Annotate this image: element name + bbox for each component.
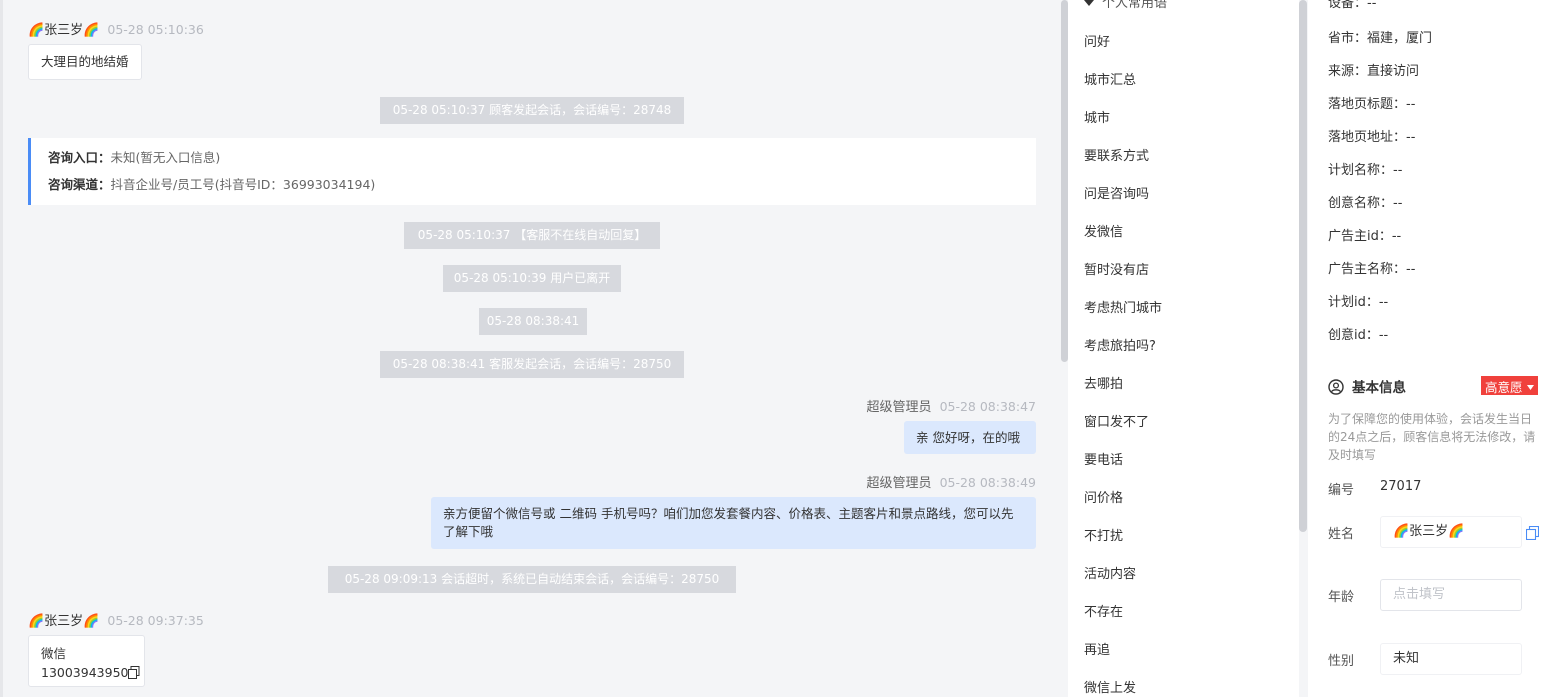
quick-reply-item[interactable]: 不打扰 — [1084, 525, 1123, 544]
quick-reply-item[interactable]: 去哪拍 — [1084, 373, 1123, 392]
agent-message-bubble[interactable]: 亲 您好呀，在的哦 — [904, 421, 1036, 454]
message-time: 05-28 08:38:47 — [939, 399, 1036, 414]
edit-notice: 为了保障您的使用体验，会话发生当日的24点之后，顾客信息将无法修改，请及时填写 — [1328, 412, 1536, 462]
customer-message-header: 🌈张三岁🌈 05-28 09:37:35 — [28, 610, 204, 629]
quick-reply-item[interactable]: 问好 — [1084, 31, 1110, 50]
system-message: 05-28 08:38:41 客服发起会话，会话编号：28750 — [380, 351, 684, 378]
name-label: 姓名 — [1328, 527, 1355, 542]
source-field: 来源：直接访问 — [1328, 64, 1420, 79]
chat-scrollbar[interactable] — [1061, 0, 1068, 697]
quick-reply-item[interactable]: 再追 — [1084, 639, 1110, 658]
left-border — [0, 0, 3, 697]
name-field[interactable]: 🌈张三岁🌈 — [1380, 516, 1522, 548]
advertiser-name-field: 广告主名称：-- — [1328, 262, 1416, 277]
customer-info-panel: 设备：-- 省市：福建，厦门 来源：直接访问 落地页标题：-- 落地页地址：--… — [1308, 0, 1558, 697]
quick-reply-item[interactable]: 要联系方式 — [1084, 145, 1149, 164]
quick-reply-item[interactable]: 城市 — [1084, 107, 1110, 126]
intent-tag-label: 高意愿 — [1485, 380, 1523, 395]
wechat-number-row: 13003943950 — [41, 663, 144, 682]
message-text: 大理目的地结婚 — [41, 54, 129, 69]
quick-reply-scrollbar-thumb[interactable] — [1299, 0, 1307, 532]
landing-title-field: 落地页标题：-- — [1328, 97, 1416, 112]
id-label: 编号 — [1328, 483, 1355, 498]
system-message: 05-28 09:09:13 会话超时，系统已自动结束会话，会话编号：28750 — [328, 566, 736, 593]
quick-reply-item[interactable]: 考虑旅拍吗? — [1084, 335, 1156, 354]
quick-reply-item[interactable]: 要电话 — [1084, 449, 1123, 468]
gender-value: 未知 — [1393, 651, 1420, 666]
creative-name-field: 创意名称：-- — [1328, 196, 1403, 211]
sender-name: 🌈张三岁🌈 — [28, 23, 100, 38]
quick-reply-item[interactable]: 不存在 — [1084, 601, 1123, 620]
system-message: 05-28 05:10:37 顾客发起会话，会话编号：28748 — [380, 97, 684, 124]
age-label: 年龄 — [1328, 590, 1355, 605]
gender-label: 性别 — [1328, 654, 1355, 669]
device-field: 设备：-- — [1328, 0, 1377, 11]
agent-message-bubble[interactable]: 亲方便留个微信号或 二维码 手机号吗？咱们加您发套餐内容、价格表、主题客片和景点… — [431, 497, 1036, 549]
creative-id-field: 创意id：-- — [1328, 328, 1389, 343]
chat-panel[interactable]: 🌈张三岁🌈 05-28 05:10:36 大理目的地结婚 05-28 05:10:… — [0, 0, 1060, 697]
quick-reply-scrollbar[interactable] — [1299, 0, 1307, 697]
intent-tag[interactable]: 高意愿 — [1481, 376, 1538, 395]
gender-select[interactable]: 未知 — [1380, 643, 1522, 675]
message-time: 05-28 09:37:35 — [107, 613, 204, 628]
agent-message-header: 超级管理员 05-28 08:38:47 — [867, 396, 1036, 415]
section-title: 基本信息 — [1352, 380, 1406, 396]
quick-reply-item[interactable]: 问价格 — [1084, 487, 1123, 506]
agent-name: 超级管理员 — [866, 476, 932, 491]
caret-down-icon — [1526, 376, 1534, 390]
quick-reply-item[interactable]: 活动内容 — [1084, 563, 1136, 582]
quick-reply-item[interactable]: 发微信 — [1084, 221, 1123, 240]
quick-reply-item[interactable]: 窗口发不了 — [1084, 411, 1149, 430]
wechat-label: 微信 — [41, 646, 67, 661]
customer-message-bubble[interactable]: 大理目的地结婚 — [28, 44, 142, 80]
quick-reply-item[interactable]: 问是咨询吗 — [1084, 183, 1149, 202]
copy-icon[interactable] — [128, 665, 140, 679]
system-message: 05-28 05:10:39 用户已离开 — [443, 265, 621, 292]
chat-scrollbar-thumb[interactable] — [1061, 0, 1068, 362]
customer-message-bubble[interactable]: 微信 13003943950 — [28, 635, 145, 687]
age-placeholder: 点击填写 — [1393, 587, 1446, 602]
name-value: 🌈张三岁🌈 — [1393, 524, 1465, 539]
agent-message-header: 超级管理员 05-28 08:38:49 — [867, 472, 1036, 491]
channel-label: 咨询渠道： — [48, 177, 111, 192]
quick-reply-panel: 个人常用语 问好 城市汇总 城市 要联系方式 问是咨询吗 发微信 暂时没有店 考… — [1068, 0, 1300, 697]
system-message: 05-28 05:10:37 【客服不在线自动回复】 — [404, 222, 660, 249]
system-message: 05-28 08:38:41 — [479, 308, 587, 335]
entry-value: 未知(暂无入口信息) — [110, 150, 221, 165]
plan-name-field: 计划名称：-- — [1328, 163, 1403, 178]
message-text: 亲 您好呀，在的哦 — [916, 430, 1020, 445]
channel-value: 抖音企业号/员工号(抖音号ID：36993034194) — [110, 177, 376, 192]
quick-reply-item[interactable]: 考虑热门城市 — [1084, 297, 1162, 316]
basic-info-header: 基本信息 — [1328, 376, 1406, 396]
copy-icon[interactable] — [1525, 525, 1540, 541]
plan-id-field: 计划id：-- — [1328, 295, 1389, 310]
message-text: 亲方便留个微信号或 二维码 手机号吗？咱们加您发套餐内容、价格表、主题客片和景点… — [443, 506, 1014, 539]
advertiser-id-field: 广告主id：-- — [1328, 229, 1402, 244]
quick-reply-item[interactable]: 暂时没有店 — [1084, 259, 1149, 278]
quick-reply-group-title: 个人常用语 — [1102, 0, 1168, 11]
entry-row: 咨询入口：未知(暂无入口信息) — [48, 144, 1036, 171]
age-input[interactable]: 点击填写 — [1380, 579, 1522, 611]
message-time: 05-28 05:10:36 — [107, 22, 204, 37]
id-value: 27017 — [1380, 479, 1422, 494]
quick-reply-item[interactable]: 微信上发 — [1084, 677, 1136, 696]
wechat-number: 13003943950 — [41, 665, 129, 680]
consult-info-card: 咨询入口：未知(暂无入口信息) 咨询渠道：抖音企业号/员工号(抖音号ID：369… — [28, 138, 1036, 205]
entry-label: 咨询入口： — [48, 150, 111, 165]
quick-reply-group-header[interactable]: 个人常用语 — [1084, 0, 1167, 11]
customer-message-header: 🌈张三岁🌈 05-28 05:10:36 — [28, 19, 204, 38]
province-field: 省市：福建，厦门 — [1328, 31, 1433, 46]
quick-reply-item[interactable]: 城市汇总 — [1084, 69, 1136, 88]
landing-url-field: 落地页地址：-- — [1328, 130, 1416, 145]
channel-row: 咨询渠道：抖音企业号/员工号(抖音号ID：36993034194) — [48, 171, 1036, 198]
caret-down-icon — [1084, 0, 1094, 6]
user-circle-icon — [1328, 379, 1344, 395]
message-time: 05-28 08:38:49 — [939, 475, 1036, 490]
sender-name: 🌈张三岁🌈 — [28, 614, 100, 629]
agent-name: 超级管理员 — [866, 400, 932, 415]
